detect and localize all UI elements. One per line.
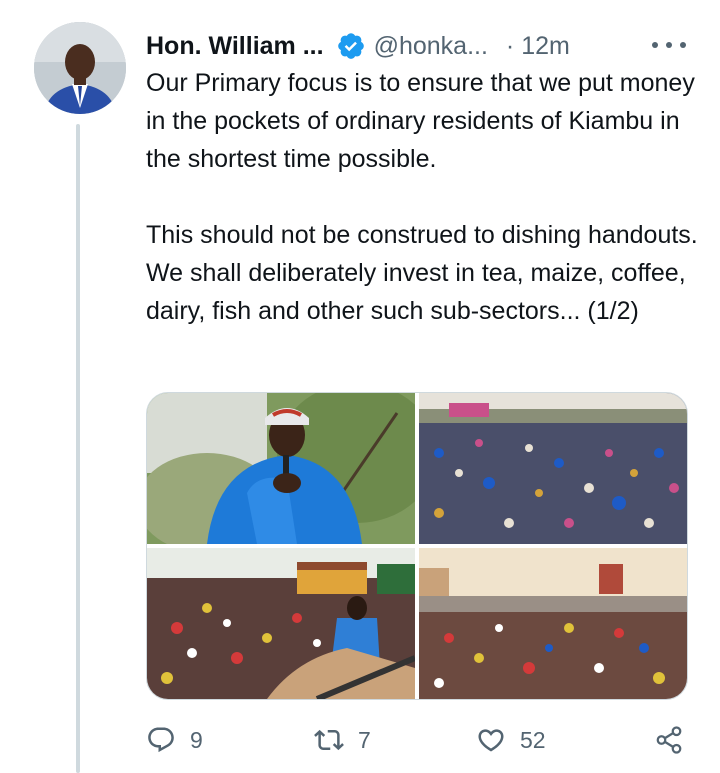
author-handle[interactable]: @honka... (374, 32, 488, 61)
speaker-photo[interactable] (147, 393, 415, 544)
crowd-photo-1[interactable] (419, 393, 687, 544)
reply-button[interactable]: 9 (146, 720, 203, 760)
heart-icon (478, 729, 504, 752)
crowd-photo-3[interactable] (419, 548, 687, 699)
retweet-button[interactable]: 7 (314, 720, 371, 760)
verified-badge-icon (336, 31, 366, 61)
share-button[interactable] (654, 720, 684, 760)
tweet-paragraph-2: This should not be construed to dishing … (146, 221, 698, 325)
like-count: 52 (520, 726, 546, 753)
share-icon (656, 726, 682, 754)
crowd-photo-2[interactable] (147, 548, 415, 699)
tweet-paragraph-1: Our Primary focus is to ensure that we p… (146, 69, 695, 173)
avatar-photo (34, 22, 126, 114)
media-grid (146, 392, 688, 700)
tweet-actions: 9 7 52 (146, 720, 696, 760)
tweet-header: Hon. William ... @honka... · 12m (146, 26, 696, 66)
like-button[interactable]: 52 (476, 720, 546, 760)
author-name[interactable]: Hon. William ... (146, 32, 324, 61)
tweet-timestamp[interactable]: · 12m (506, 32, 570, 61)
retweet-count: 7 (358, 726, 371, 753)
tweet-body: Our Primary focus is to ensure that we p… (146, 64, 706, 330)
retweet-icon (314, 729, 344, 751)
reply-icon (148, 727, 174, 753)
more-horizontal-icon[interactable] (652, 32, 686, 58)
thread-connector-line (76, 124, 80, 773)
reply-count: 9 (190, 726, 203, 753)
author-avatar[interactable] (34, 22, 126, 114)
